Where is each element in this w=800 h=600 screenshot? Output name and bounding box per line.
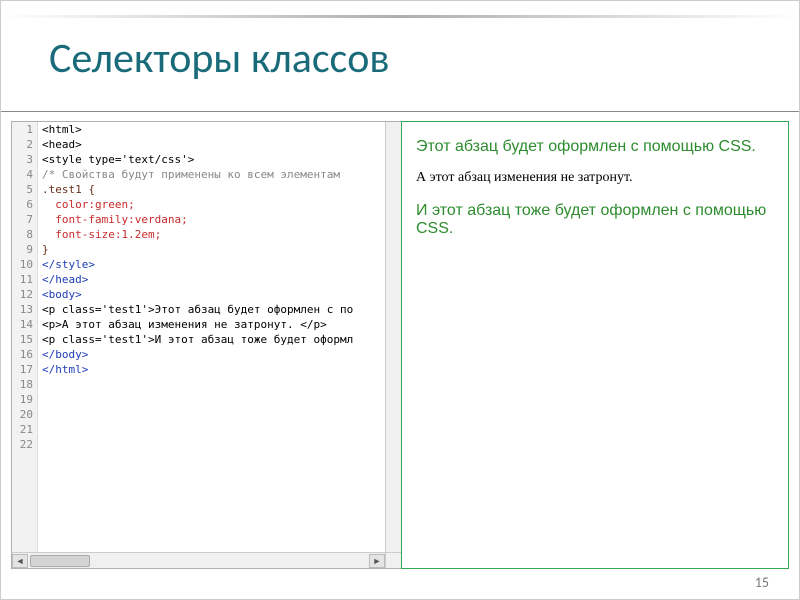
- line-number: 3: [12, 152, 37, 167]
- preview-panel: Этот абзац будет оформлен с помощью CSS.…: [401, 121, 789, 569]
- preview-paragraph-plain: А этот абзац изменения не затронут.: [416, 170, 774, 186]
- code-line: <body>: [42, 287, 401, 302]
- code-body[interactable]: <html> <head> <style type='text/css'> /*…: [38, 122, 401, 552]
- slide: Селекторы классов 1 2 3 4 5 6 7 8 9 10 1…: [0, 0, 800, 600]
- scroll-left-icon[interactable]: ◄: [12, 554, 28, 568]
- code-line: }: [42, 242, 401, 257]
- code-line: </head>: [42, 272, 401, 287]
- vertical-scrollbar[interactable]: [385, 122, 401, 552]
- line-number: 17: [12, 362, 37, 377]
- code-line: font-size:1.2em;: [42, 227, 401, 242]
- line-number: 18: [12, 377, 37, 392]
- line-number: 22: [12, 437, 37, 452]
- line-number: 1: [12, 122, 37, 137]
- code-panel: 1 2 3 4 5 6 7 8 9 10 11 12 13 14 15 16 1…: [11, 121, 401, 569]
- code-line: .test1 {: [42, 182, 401, 197]
- scrollbar-track[interactable]: [28, 554, 369, 568]
- code-line: font-family:verdana;: [42, 212, 401, 227]
- code-line: <html>: [42, 122, 401, 137]
- code-line: <p class='test1'>Этот абзац будет оформл…: [42, 302, 401, 317]
- line-number: 21: [12, 422, 37, 437]
- line-number: 5: [12, 182, 37, 197]
- accent-line: [1, 15, 799, 18]
- scrollbar-corner: [385, 552, 401, 568]
- page-number: 15: [755, 574, 769, 591]
- code-line: <head>: [42, 137, 401, 152]
- code-line: </style>: [42, 257, 401, 272]
- code-line: </html>: [42, 362, 401, 377]
- line-number: 9: [12, 242, 37, 257]
- line-number: 2: [12, 137, 37, 152]
- line-number: 8: [12, 227, 37, 242]
- line-number: 19: [12, 392, 37, 407]
- code-line: <p class='test1'>И этот абзац тоже будет…: [42, 332, 401, 347]
- code-line: <style type='text/css'>: [42, 152, 401, 167]
- code-line: <p>А этот абзац изменения не затронут. <…: [42, 317, 401, 332]
- line-number: 15: [12, 332, 37, 347]
- scroll-right-icon[interactable]: ►: [369, 554, 385, 568]
- line-number: 14: [12, 317, 37, 332]
- line-number: 16: [12, 347, 37, 362]
- line-number: 10: [12, 257, 37, 272]
- preview-paragraph-styled: Этот абзац будет оформлен с помощью CSS.: [416, 138, 774, 156]
- line-number: 4: [12, 167, 37, 182]
- code-line: /* Свойства будут применены ко всем элем…: [42, 167, 401, 182]
- preview-paragraph-styled: И этот абзац тоже будет оформлен с помощ…: [416, 202, 774, 238]
- line-number: 13: [12, 302, 37, 317]
- line-number: 6: [12, 197, 37, 212]
- line-number-gutter: 1 2 3 4 5 6 7 8 9 10 11 12 13 14 15 16 1…: [12, 122, 38, 552]
- horizontal-scrollbar[interactable]: ◄ ►: [12, 552, 385, 568]
- title-underline: [1, 111, 799, 112]
- content-area: 1 2 3 4 5 6 7 8 9 10 11 12 13 14 15 16 1…: [11, 121, 789, 569]
- line-number: 7: [12, 212, 37, 227]
- line-number: 12: [12, 287, 37, 302]
- line-number: 20: [12, 407, 37, 422]
- scrollbar-thumb[interactable]: [30, 555, 90, 567]
- code-line: </body>: [42, 347, 401, 362]
- code-line: color:green;: [42, 197, 401, 212]
- line-number: 11: [12, 272, 37, 287]
